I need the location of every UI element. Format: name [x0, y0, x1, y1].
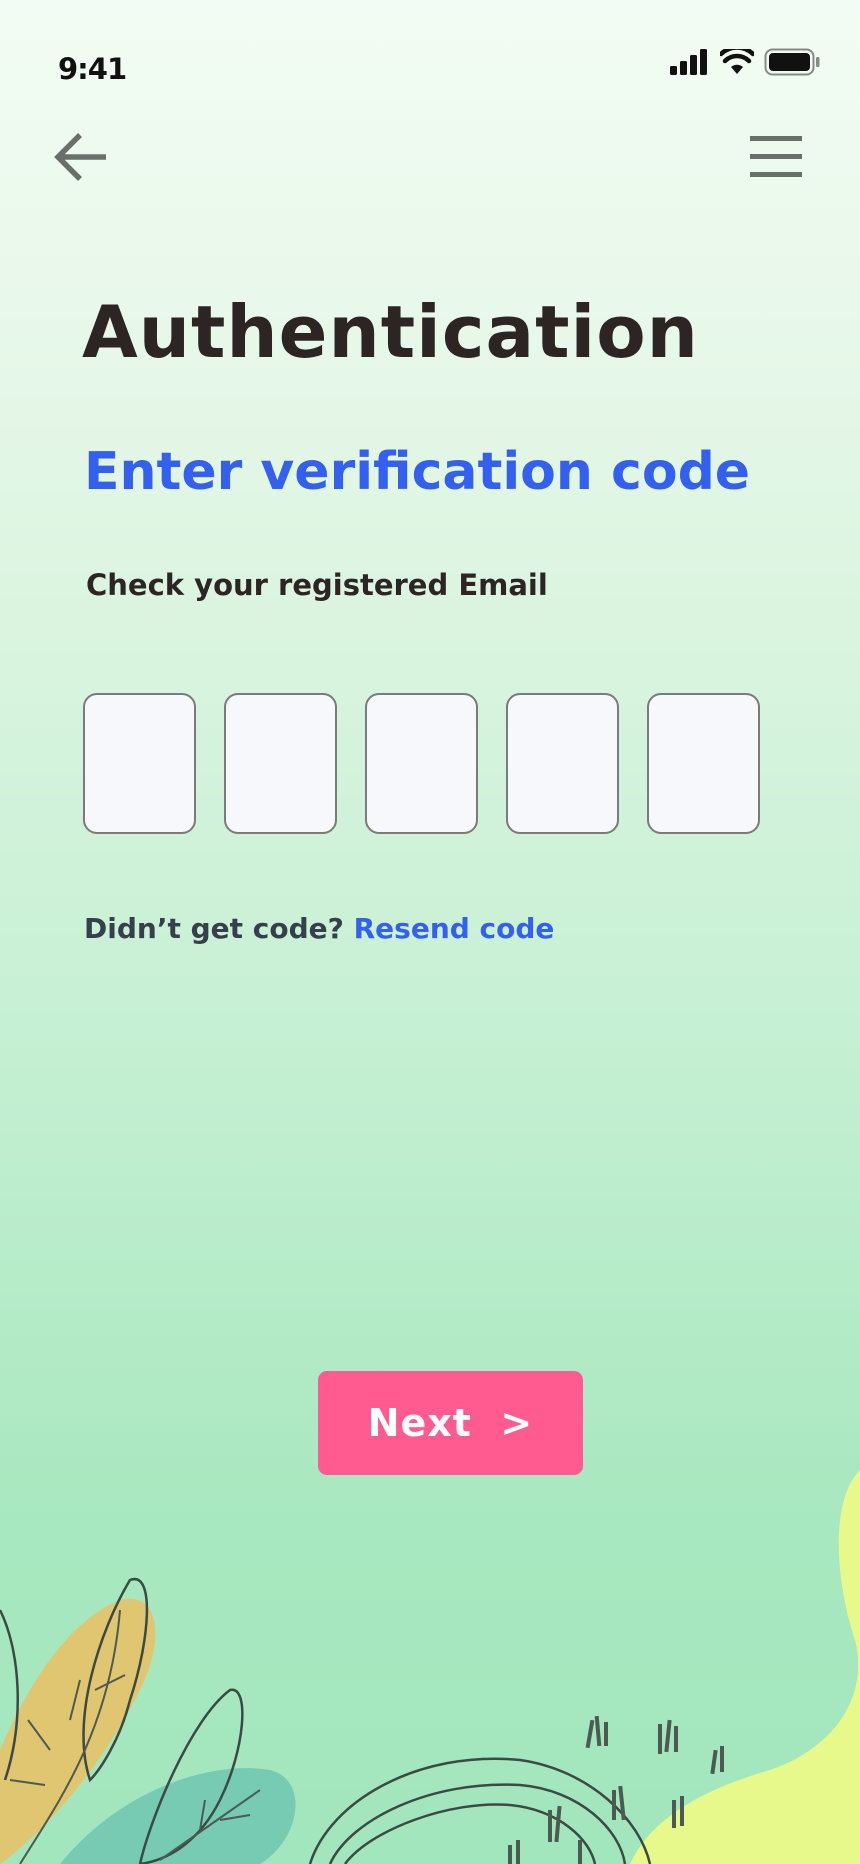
- resend-line: Didn’t get code? Resend code: [84, 912, 554, 945]
- code-digit-3[interactable]: [365, 693, 478, 834]
- page-subtitle: Enter verification code: [84, 442, 751, 502]
- code-digit-5[interactable]: [647, 693, 760, 834]
- page-title: Authentication: [82, 290, 699, 374]
- menu-button[interactable]: [748, 134, 804, 180]
- code-digit-2[interactable]: [224, 693, 337, 834]
- arrow-left-icon: [54, 133, 106, 181]
- battery-icon: [764, 48, 820, 76]
- lime-blob: [630, 1470, 860, 1864]
- resend-prompt: Didn’t get code?: [84, 912, 344, 945]
- wifi-icon: [720, 49, 754, 74]
- status-bar: 9:41: [0, 0, 860, 110]
- email-hint: Check your registered Email: [86, 568, 548, 602]
- verification-code-inputs: [83, 693, 760, 834]
- decorative-foliage: [0, 1470, 860, 1864]
- top-nav: [0, 120, 860, 190]
- resend-code-link[interactable]: Resend code: [354, 912, 555, 945]
- back-button[interactable]: [50, 128, 112, 186]
- code-digit-4[interactable]: [506, 693, 619, 834]
- status-icons: [670, 48, 820, 76]
- signal-icon: [670, 49, 707, 75]
- code-digit-1[interactable]: [83, 693, 196, 834]
- status-time: 9:41: [58, 52, 127, 86]
- hamburger-menu-icon: [750, 136, 802, 177]
